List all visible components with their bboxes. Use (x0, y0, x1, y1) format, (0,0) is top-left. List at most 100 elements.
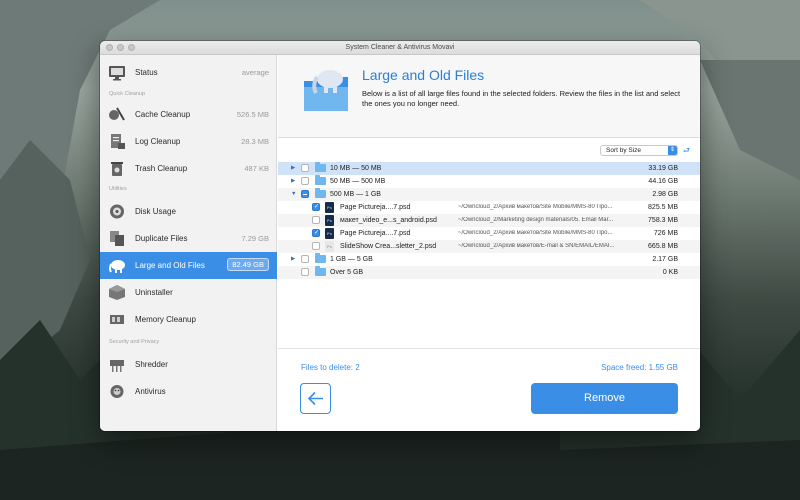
table-row[interactable]: Over 5 GB 0 KB (278, 266, 700, 279)
sidebar-item-label: Disk Usage (135, 207, 176, 216)
row-checkbox[interactable] (312, 242, 320, 250)
row-size: 0 KB (662, 269, 678, 276)
row-checkbox[interactable] (301, 268, 309, 276)
zoom-window-button[interactable] (128, 44, 135, 51)
disclosure-down-icon[interactable]: ▼ (291, 191, 296, 197)
psd-file-icon: Ps (325, 241, 334, 252)
elephant-icon (109, 260, 125, 273)
sidebar-item-label: Log Cleanup (135, 137, 181, 146)
row-name: 500 MB — 1 GB (330, 191, 381, 198)
disclosure-right-icon[interactable]: ▶ (291, 256, 295, 262)
arrow-left-icon (307, 391, 323, 406)
row-checkbox[interactable] (301, 255, 309, 263)
table-row[interactable]: ▼ 500 MB — 1 GB 2.98 GB (278, 188, 700, 201)
table-row[interactable]: Ps Page Pictureja....7.psd ~/Owncloud_2/… (278, 227, 700, 240)
row-size: 726 MB (653, 230, 678, 237)
disclosure-right-icon[interactable]: ▶ (291, 165, 295, 171)
sidebar-item-label: Cache Cleanup (135, 110, 191, 119)
table-row[interactable]: ▶ 1 GB — 5 GB 2.17 GB (278, 253, 700, 266)
folder-icon (315, 188, 326, 198)
sidebar-item-value: 487 KB (244, 164, 269, 173)
sidebar-item-value: 526.5 MB (236, 110, 269, 119)
sidebar-item-disk-usage[interactable]: Disk Usage (100, 198, 277, 225)
sidebar-item-shredder[interactable]: Shredder (100, 351, 277, 378)
sort-select-value: Sort by Size (606, 147, 642, 154)
sort-select[interactable]: Sort by Size ⇕ (600, 145, 678, 156)
remove-button[interactable]: Remove (531, 383, 678, 414)
sidebar-item-label: Trash Cleanup (135, 164, 188, 173)
folder-icon (315, 175, 326, 185)
row-size: 44.16 GB (648, 178, 678, 185)
row-checkbox[interactable] (312, 216, 320, 224)
row-path: ~/Owncloud_2/Архив макетов/Site Mobile/M… (458, 204, 613, 210)
row-name: Over 5 GB (330, 269, 364, 276)
window-controls (106, 44, 135, 51)
app-window: System Cleaner & Antivirus Movavi Status… (100, 41, 700, 431)
sidebar-item-label: Shredder (135, 360, 168, 369)
sidebar-item-badge: 82.49 GB (227, 258, 269, 271)
main-panel: Large and Old Files Below is a list of a… (278, 55, 700, 431)
row-size: 33.19 GB (648, 165, 678, 172)
row-size: 825.5 MB (648, 204, 678, 211)
sidebar-item-log-cleanup[interactable]: Log Cleanup 28.3 MB (100, 128, 277, 155)
sidebar-item-uninstaller[interactable]: Uninstaller (100, 279, 277, 306)
row-name: макет_video_e...s_android.psd (340, 217, 437, 224)
row-path: ~/Owncloud_2/Marketing design materials/… (458, 217, 614, 223)
sidebar-item-memory-cleanup[interactable]: Memory Cleanup (100, 306, 277, 333)
sidebar: Status average Quick Cleanup Cache Clean… (100, 55, 277, 431)
row-checkbox[interactable] (301, 177, 309, 185)
title-bar: System Cleaner & Antivirus Movavi (100, 41, 700, 55)
sidebar-item-label: Large and Old Files (135, 261, 205, 270)
sidebar-item-trash-cleanup[interactable]: Trash Cleanup 487 KB (100, 155, 277, 182)
sort-direction-icon[interactable]: ⮐ (683, 145, 690, 159)
table-row[interactable]: Ps Page Pictureja....7.psd ~/Owncloud_2/… (278, 201, 700, 214)
section-quick-cleanup: Quick Cleanup (109, 91, 146, 97)
table-row[interactable]: Ps макет_video_e...s_android.psd ~/Owncl… (278, 214, 700, 227)
close-window-button[interactable] (106, 44, 113, 51)
log-file-icon (111, 134, 125, 149)
page-header: Large and Old Files Below is a list of a… (278, 55, 700, 138)
row-path: ~/Owncloud_2/Архив макетов/Site Mobile/M… (458, 230, 613, 236)
bug-shield-icon (110, 385, 124, 398)
monitor-icon (109, 66, 125, 81)
row-checkbox[interactable] (312, 203, 320, 211)
sidebar-item-label: Status (135, 68, 158, 77)
sidebar-item-label: Memory Cleanup (135, 315, 196, 324)
memory-chip-icon (110, 315, 124, 324)
psd-file-icon: Ps (325, 228, 334, 239)
folder-icon (315, 266, 326, 276)
page-description: Below is a list of all large files found… (362, 89, 681, 108)
row-checkbox[interactable] (301, 190, 309, 198)
sidebar-item-label: Antivirus (135, 387, 166, 396)
elephant-folder-icon (304, 70, 348, 111)
psd-file-icon: Ps (325, 202, 334, 213)
chevron-updown-icon: ⇕ (668, 146, 677, 155)
row-checkbox[interactable] (301, 164, 309, 172)
table-row[interactable]: Ps SlideShow Crea...sletter_2.psd ~/Ownc… (278, 240, 700, 253)
row-name: Page Pictureja....7.psd (340, 230, 411, 237)
back-button[interactable] (300, 383, 331, 414)
row-name: Page Pictureja....7.psd (340, 204, 411, 211)
sidebar-item-duplicate-files[interactable]: Duplicate Files 7.29 GB (100, 225, 277, 252)
sidebar-item-antivirus[interactable]: Antivirus (100, 378, 277, 405)
table-row[interactable]: ▶ 10 MB — 50 MB 33.19 GB (278, 162, 700, 175)
row-name: 50 MB — 500 MB (330, 178, 386, 185)
table-row[interactable]: ▶ 50 MB — 500 MB 44.16 GB (278, 175, 700, 188)
disk-icon (110, 204, 124, 219)
row-size: 665.8 MB (648, 243, 678, 250)
sidebar-item-status[interactable]: Status average (100, 59, 277, 86)
sidebar-item-label: Uninstaller (135, 288, 173, 297)
row-checkbox[interactable] (312, 229, 320, 237)
section-security-privacy: Security and Privacy (109, 339, 160, 345)
sidebar-item-value: 28.3 MB (241, 137, 269, 146)
sidebar-item-large-old-files[interactable]: Large and Old Files 82.49 GB (100, 252, 277, 279)
footer-divider (278, 348, 700, 349)
minimize-window-button[interactable] (117, 44, 124, 51)
sidebar-item-value: 7.29 GB (241, 234, 269, 243)
duplicate-icon (110, 231, 124, 246)
disclosure-right-icon[interactable]: ▶ (291, 178, 295, 184)
files-to-delete-count: Files to delete: 2 (301, 363, 360, 372)
row-name: SlideShow Crea...sletter_2.psd (340, 243, 437, 250)
sidebar-item-cache-cleanup[interactable]: Cache Cleanup 526.5 MB (100, 101, 277, 128)
folder-icon (315, 253, 326, 263)
